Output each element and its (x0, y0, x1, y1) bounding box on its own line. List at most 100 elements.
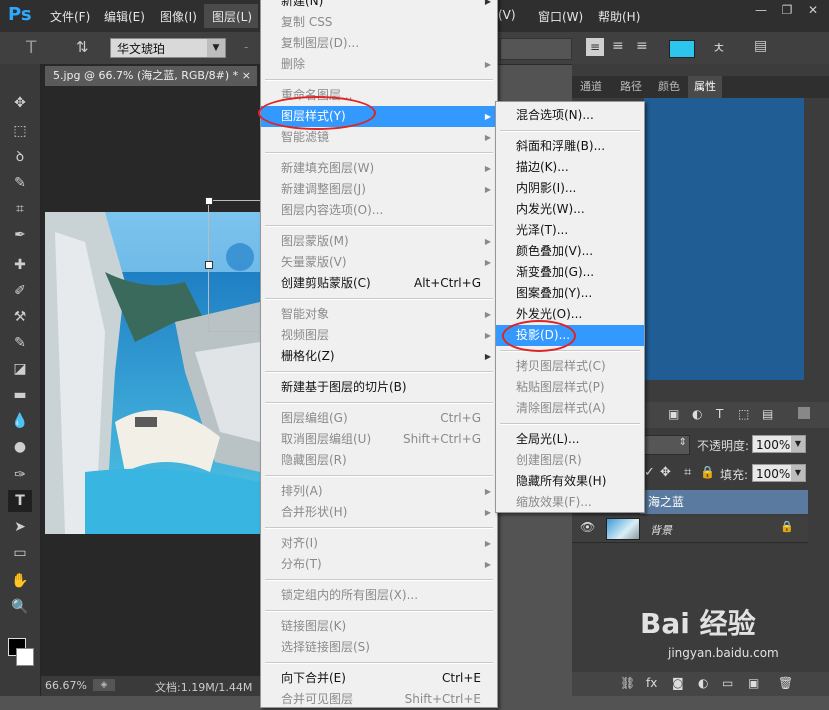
menu-item[interactable]: 内发光(W)... (496, 199, 644, 220)
menu-item[interactable]: 渐变叠加(G)... (496, 262, 644, 283)
healing-brush-tool-icon[interactable]: ✚ (8, 254, 32, 276)
lock-position-icon[interactable]: ✥ (660, 465, 671, 480)
eyedropper-tool-icon[interactable]: ✒ (8, 224, 32, 246)
menu-item[interactable]: 隐藏所有效果(H) (496, 471, 644, 492)
transform-handle[interactable] (205, 261, 213, 269)
menu-window[interactable]: 窗口(W) (538, 8, 583, 25)
zoom-tool-icon[interactable]: 🔍 (8, 596, 32, 618)
character-panel-icon[interactable]: ▤ (754, 38, 767, 54)
eye-icon[interactable]: 👁 (580, 520, 595, 534)
blur-tool-icon[interactable]: 💧 (8, 410, 32, 432)
history-brush-tool-icon[interactable]: ✎ (8, 332, 32, 354)
font-family-select[interactable]: 华文琥珀 ▼ (110, 38, 226, 58)
blend-mode-select[interactable]: ⇕ (644, 435, 690, 455)
status-icon[interactable]: ◈ (93, 679, 115, 691)
layer-row[interactable]: 海之蓝 (640, 490, 808, 514)
fill-input[interactable]: 100% ▼ (752, 464, 806, 482)
opacity-input[interactable]: 100% ▼ (752, 435, 806, 453)
menu-item-label: 图层编组(G) (281, 411, 348, 425)
menu-item-shortcut: Ctrl+E (442, 671, 481, 685)
move-tool-icon[interactable]: ✥ (8, 92, 32, 114)
submenu-arrow-icon: ▶ (484, 237, 491, 246)
text-color-swatch[interactable] (669, 40, 695, 58)
type-tool-icon[interactable]: T (8, 490, 32, 512)
align-left-icon[interactable]: ≡ (586, 38, 604, 56)
marquee-tool-icon[interactable]: ⬚ (8, 120, 32, 142)
menu-item[interactable]: 颜色叠加(V)... (496, 241, 644, 262)
submenu-arrow-icon: ▶ (484, 560, 491, 569)
text-orientation-icon[interactable]: ⇅ (76, 38, 89, 56)
filter-adjustment-icon[interactable]: ◐ (692, 407, 702, 421)
align-center-icon[interactable]: ≡ (612, 38, 624, 54)
menu-item[interactable]: 新建基于图层的切片(B) (261, 377, 497, 398)
clone-stamp-tool-icon[interactable]: ⚒ (8, 306, 32, 328)
menu-item[interactable]: 新建(N) ▶ (261, 0, 497, 12)
menu-item: 删除 ▶ (261, 54, 497, 75)
menu-item[interactable]: 栅格化(Z) ▶ (261, 346, 497, 367)
menu-item[interactable]: 描边(K)... (496, 157, 644, 178)
baidu-watermark: Bai 经验 jingyan.baidu.com (640, 602, 820, 690)
menu-item[interactable]: 斜面和浮雕(B)... (496, 136, 644, 157)
eraser-tool-icon[interactable]: ◪ (8, 358, 32, 380)
lock-all-icon[interactable]: 🔒 (700, 465, 715, 479)
menu-edit[interactable]: 编辑(E) (104, 8, 145, 25)
doc-info[interactable]: 文档:1.19M/1.44M (155, 679, 252, 695)
tab-color[interactable]: 颜色 (652, 76, 686, 98)
menu-layer[interactable]: 图层(L) (212, 8, 252, 25)
tab-paths[interactable]: 路径 (614, 76, 648, 98)
document-tab[interactable]: 5.jpg @ 66.7% (海之蓝, RGB/8#) * × (45, 66, 257, 86)
menu-item[interactable]: 光泽(T)... (496, 220, 644, 241)
menu-item[interactable]: 混合选项(N)... (496, 105, 644, 126)
lock-pixels-icon[interactable]: ✓ (644, 465, 655, 480)
annotation-circle (258, 96, 376, 130)
warp-text-icon[interactable]: ㅊ (712, 37, 726, 58)
align-right-icon[interactable]: ≡ (636, 38, 648, 54)
transform-handle[interactable] (205, 197, 213, 205)
menu-item[interactable]: 全局光(L)... (496, 429, 644, 450)
menu-item[interactable]: 向下合并(E) Ctrl+E (261, 668, 497, 689)
lasso-tool-icon[interactable]: ꝺ (8, 146, 32, 168)
close-tab-icon[interactable]: × (242, 66, 251, 86)
menu-image[interactable]: 图像(I) (160, 8, 197, 25)
filter-smart-object-icon[interactable]: ▤ (762, 407, 773, 421)
menu-file[interactable]: 文件(F) (50, 8, 90, 25)
hand-tool-icon[interactable]: ✋ (8, 570, 32, 592)
menu-item[interactable]: 创建剪贴蒙版(C) Alt+Ctrl+G (261, 273, 497, 294)
filter-pixel-icon[interactable]: ▣ (668, 407, 679, 421)
chevron-down-icon[interactable]: ▼ (791, 465, 805, 481)
filter-shape-icon[interactable]: ⬚ (738, 407, 749, 421)
tab-properties[interactable]: 属性 (688, 76, 722, 98)
menu-view[interactable]: (V) (498, 8, 516, 22)
menu-item[interactable]: 内阴影(I)... (496, 178, 644, 199)
submenu-arrow-icon: ▶ (484, 133, 491, 142)
restore-icon[interactable]: ❐ (775, 0, 799, 20)
path-select-tool-icon[interactable]: ➤ (8, 516, 32, 538)
font-style-separator: - (244, 40, 249, 54)
font-size-select[interactable] (500, 38, 572, 60)
rectangle-tool-icon[interactable]: ▭ (8, 542, 32, 564)
brush-tool-icon[interactable]: ✐ (8, 280, 32, 302)
tab-channels[interactable]: 通道 (574, 76, 608, 98)
dodge-tool-icon[interactable]: ● (8, 436, 32, 458)
menu-item-label: 清除图层样式(A) (516, 401, 606, 415)
quick-select-tool-icon[interactable]: ✎ (8, 172, 32, 194)
menu-item-label: 内发光(W)... (516, 202, 585, 216)
lock-artboard-icon[interactable]: ⌗ (684, 465, 691, 480)
menu-separator (265, 527, 493, 529)
transform-bounding-box[interactable] (205, 197, 262, 332)
pen-tool-icon[interactable]: ✑ (8, 464, 32, 486)
crop-tool-icon[interactable]: ⌗ (8, 198, 32, 220)
filter-toggle-icon[interactable] (798, 407, 810, 419)
chevron-down-icon[interactable]: ▼ (791, 436, 805, 452)
menu-item: 新建填充图层(W) ▶ (261, 158, 497, 179)
zoom-level[interactable]: 66.67% (45, 679, 87, 692)
link-layers-icon[interactable]: ⛓ (620, 676, 635, 690)
annotation-circle (502, 320, 576, 352)
minimize-icon[interactable]: — (749, 0, 773, 20)
filter-text-icon[interactable]: T (716, 407, 723, 421)
menu-help[interactable]: 帮助(H) (598, 8, 640, 25)
menu-item[interactable]: 图案叠加(Y)... (496, 283, 644, 304)
close-icon[interactable]: ✕ (801, 0, 825, 20)
gradient-tool-icon[interactable]: ▬ (8, 384, 32, 406)
background-color[interactable] (16, 648, 34, 666)
